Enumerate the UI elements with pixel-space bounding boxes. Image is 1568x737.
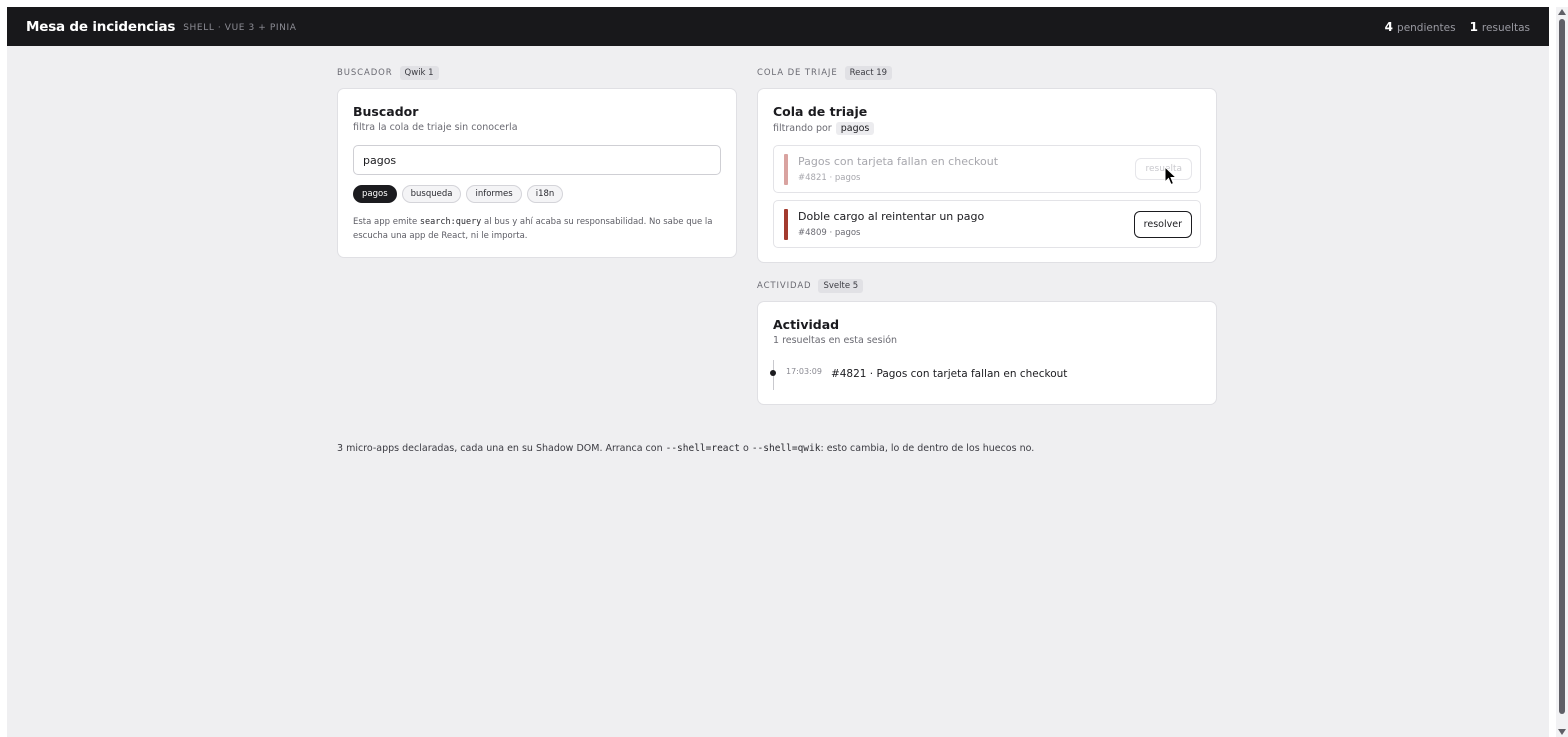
tag-i18n[interactable]: i18n [526,185,564,203]
tag-informes[interactable]: informes [466,185,522,203]
tag-pagos[interactable]: pagos [353,185,397,203]
priority-bar [784,153,788,185]
app-title: Mesa de incidencias [26,18,176,35]
activity-card-subtitle: 1 resueltas en esta sesión [773,335,898,346]
footer-note: 3 micro-apps declaradas, cada una en su … [337,443,1035,454]
issue-title: Doble cargo al reintentar un pago [798,210,985,223]
triage-card: Cola de triaje filtrando por pagos Pagos… [757,88,1217,263]
search-input[interactable] [353,145,721,175]
resolved-counter: 1 resueltas [1469,19,1530,34]
search-column: BUSCADOR Qwik 1 Buscador filtra la cola … [337,66,737,259]
priority-bar [784,208,788,240]
mouse-cursor-icon [1164,166,1178,186]
issue-meta: #4821 · pagos [798,173,861,183]
search-card-title: Buscador [353,104,419,119]
activity-card-title: Actividad [773,317,840,332]
counters: 4 pendientes 1 resueltas [1385,20,1530,34]
scroll-down-icon[interactable] [1558,729,1566,735]
triage-section-label: COLA DE TRIAJE React 19 [757,66,1217,80]
framework-badge: Qwik 1 [399,66,439,80]
scroll-up-icon[interactable] [1558,9,1566,15]
app-subtitle: SHELL · VUE 3 + PINIA [183,22,297,33]
issue-row: Doble cargo al reintentar un pago #4809 … [773,200,1201,248]
framework-badge: React 19 [844,66,893,80]
activity-text: #4821 · Pagos con tarjeta fallan en chec… [830,368,1068,380]
activity-entry: 17:03:09 #4821 · Pagos con tarjeta falla… [770,360,1201,390]
triage-card-title: Cola de triaje [773,104,868,119]
triage-filter: filtrando por pagos [773,122,1201,135]
scrollbar[interactable] [1556,7,1568,737]
filter-value: pagos [835,122,875,135]
app-frame: Mesa de incidencias SHELL · VUE 3 + PINI… [7,7,1549,737]
right-column: COLA DE TRIAJE React 19 Cola de triaje f… [757,66,1217,405]
search-section-label: BUSCADOR Qwik 1 [337,66,737,80]
activity-card: Actividad 1 resueltas en esta sesión 17:… [757,301,1217,405]
search-note: Esta app emite search:query al bus y ahí… [353,217,713,241]
main-grid: BUSCADOR Qwik 1 Buscador filtra la cola … [337,66,1217,405]
issue-title: Pagos con tarjeta fallan en checkout [798,155,999,168]
issue-meta: #4809 · pagos [798,228,861,238]
search-card-subtitle: filtra la cola de triaje sin conocerla [353,122,518,133]
activity-time: 17:03:09 [786,367,822,376]
activity-section-label: ACTIVIDAD Svelte 5 [757,279,1217,293]
pending-counter: 4 pendientes [1384,19,1456,34]
framework-badge: Svelte 5 [818,279,864,293]
scroll-thumb[interactable] [1559,19,1565,714]
top-bar: Mesa de incidencias SHELL · VUE 3 + PINI… [7,7,1549,46]
search-card: Buscador filtra la cola de triaje sin co… [337,88,737,259]
issue-row: Pagos con tarjeta fallan en checkout #48… [773,145,1201,193]
tag-busqueda[interactable]: busqueda [401,185,462,203]
timeline-dot-icon [770,370,776,376]
tag-list: pagos busqueda informes i18n [353,185,721,203]
resolve-button[interactable]: resolver [1133,210,1192,238]
